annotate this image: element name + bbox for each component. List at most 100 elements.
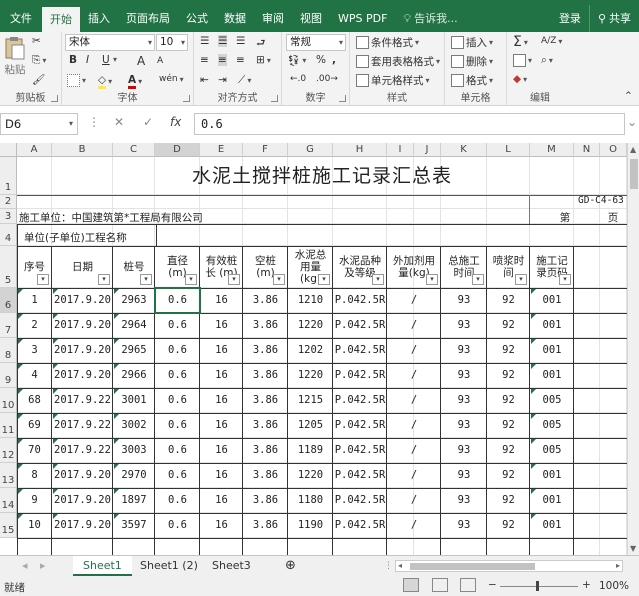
table-cell[interactable]: 3597 [113, 513, 155, 538]
column-header[interactable]: I [387, 143, 414, 157]
table-cell[interactable]: 005 [530, 413, 574, 438]
table-cell[interactable]: 92 [487, 413, 530, 438]
column-header[interactable]: A [17, 143, 52, 157]
delete-cells-button[interactable]: 删除 ▾ [451, 54, 493, 69]
table-cell[interactable]: 93 [441, 388, 487, 413]
table-cell[interactable]: 93 [441, 513, 487, 538]
alignment-launcher[interactable] [271, 95, 278, 102]
table-cell[interactable]: 2017.9.20 [52, 513, 113, 538]
column-header[interactable]: C [113, 143, 155, 157]
table-cell[interactable]: P.042.5R [333, 513, 387, 538]
column-header[interactable]: L [487, 143, 530, 157]
table-cell[interactable]: 16 [200, 313, 243, 338]
table-cell[interactable]: 16 [200, 363, 243, 388]
table-cell[interactable]: / [387, 413, 441, 438]
format-painter-button[interactable]: 🖌︎ [32, 73, 45, 86]
sheet-tab-3[interactable]: Sheet3 [202, 556, 261, 576]
tab-home[interactable]: 开始 [42, 7, 80, 32]
table-cell[interactable]: 93 [441, 413, 487, 438]
align-right-button[interactable]: ≡ [236, 54, 245, 66]
table-cell[interactable]: 3.86 [243, 513, 288, 538]
table-cell[interactable]: P.042.5R [333, 288, 387, 313]
number-format-dropdown[interactable]: 常规 ▾ [286, 34, 346, 51]
table-cell[interactable]: 0.6 [155, 438, 200, 463]
table-cell[interactable]: / [387, 388, 441, 413]
filter-dropdown-icon[interactable]: ▾ [318, 274, 330, 285]
table-cell[interactable]: 0.6 [155, 463, 200, 488]
grow-font-button[interactable]: A [137, 54, 145, 68]
active-cell-outline[interactable] [154, 287, 201, 314]
filter-dropdown-icon[interactable]: ▾ [426, 274, 438, 285]
normal-view-icon[interactable] [403, 578, 419, 592]
contractor-label[interactable]: 施工单位：中国建筑第*工程局有限公司 [19, 210, 319, 224]
tell-me-box[interactable]: 💡︎ 告诉我... [395, 5, 465, 32]
increase-decimal-button[interactable]: ←.0 [290, 74, 306, 84]
table-cell[interactable]: 93 [441, 488, 487, 513]
zoom-slider-thumb[interactable] [536, 581, 539, 591]
column-header[interactable]: O [600, 143, 627, 157]
number-launcher[interactable] [339, 95, 346, 102]
table-cell[interactable]: 93 [441, 438, 487, 463]
page-di-label[interactable]: 第 [555, 210, 575, 224]
filter-dropdown-icon[interactable]: ▾ [472, 274, 484, 285]
share-button[interactable]: ⚲ 共享 [588, 5, 639, 32]
table-cell[interactable]: 001 [530, 488, 574, 513]
table-cell[interactable]: 005 [530, 388, 574, 413]
table-cell[interactable]: P.042.5R [333, 313, 387, 338]
underline-button[interactable]: U [102, 54, 110, 66]
table-cell[interactable]: 0.6 [155, 313, 200, 338]
table-cell[interactable]: 92 [487, 463, 530, 488]
table-cell[interactable]: 005 [530, 438, 574, 463]
table-cell[interactable]: P.042.5R [333, 463, 387, 488]
table-cell[interactable]: 0.6 [155, 363, 200, 388]
vertical-scroll-thumb[interactable] [630, 159, 638, 189]
tab-wps-pdf[interactable]: WPS PDF [330, 5, 395, 32]
row-header[interactable]: 1 [0, 157, 17, 195]
table-cell[interactable]: 92 [487, 438, 530, 463]
filter-dropdown-icon[interactable]: ▾ [98, 274, 110, 285]
shrink-font-button[interactable]: A [157, 56, 163, 66]
decrease-decimal-button[interactable]: .00→ [316, 74, 338, 84]
row-header[interactable]: 13 [0, 463, 17, 488]
table-cell[interactable]: 2017.9.22 [52, 388, 113, 413]
filter-dropdown-icon[interactable]: ▾ [140, 274, 152, 285]
table-cell[interactable]: 16 [200, 288, 243, 313]
decrease-indent-button[interactable]: ⇤ [200, 74, 209, 86]
bold-button[interactable]: B [69, 54, 77, 66]
tab-file[interactable]: 文件 [0, 5, 42, 32]
copy-button[interactable]: ⎘ ▾ [32, 54, 46, 67]
table-cell[interactable]: 0.6 [155, 488, 200, 513]
row-header[interactable]: 5 [0, 246, 17, 288]
sheet-title[interactable]: 水泥土搅拌桩施工记录汇总表 [17, 157, 627, 195]
filter-dropdown-icon[interactable]: ▾ [372, 274, 384, 285]
row-header[interactable]: 6 [0, 288, 17, 313]
column-header[interactable]: K [441, 143, 487, 157]
paste-button[interactable]: 粘贴 [4, 36, 26, 77]
table-cell[interactable]: 92 [487, 363, 530, 388]
table-cell[interactable]: 16 [200, 438, 243, 463]
row-header[interactable]: 8 [0, 338, 17, 363]
format-as-table-button[interactable]: 套用表格格式 ▾ [356, 54, 440, 69]
percent-button[interactable]: % [316, 54, 326, 66]
table-cell[interactable]: 001 [530, 463, 574, 488]
table-cell[interactable]: 1202 [288, 338, 333, 363]
zoom-out-button[interactable]: − [488, 579, 497, 591]
table-cell[interactable]: 2964 [113, 313, 155, 338]
table-cell[interactable]: 001 [530, 363, 574, 388]
tab-insert[interactable]: 插入 [80, 5, 118, 32]
column-header[interactable]: E [200, 143, 243, 157]
row-header[interactable]: 2 [0, 195, 17, 209]
formula-input[interactable]: 0.6 [194, 113, 625, 135]
column-header[interactable]: J [414, 143, 441, 157]
table-cell[interactable]: 16 [200, 388, 243, 413]
table-cell[interactable]: P.042.5R [333, 438, 387, 463]
table-cell[interactable]: / [387, 363, 441, 388]
zoom-slider[interactable] [500, 586, 578, 587]
row-header[interactable]: 11 [0, 413, 17, 438]
project-name-label[interactable]: 单位(子单位)工程名称 [24, 230, 164, 246]
fill-button[interactable]: ▾ [513, 54, 532, 67]
currency-button[interactable]: 💱︎ ▾ [287, 54, 306, 67]
enter-button[interactable]: ✓ [143, 115, 153, 129]
font-launcher[interactable] [183, 95, 190, 102]
autosum-button[interactable]: Σ ▾ [513, 34, 528, 50]
